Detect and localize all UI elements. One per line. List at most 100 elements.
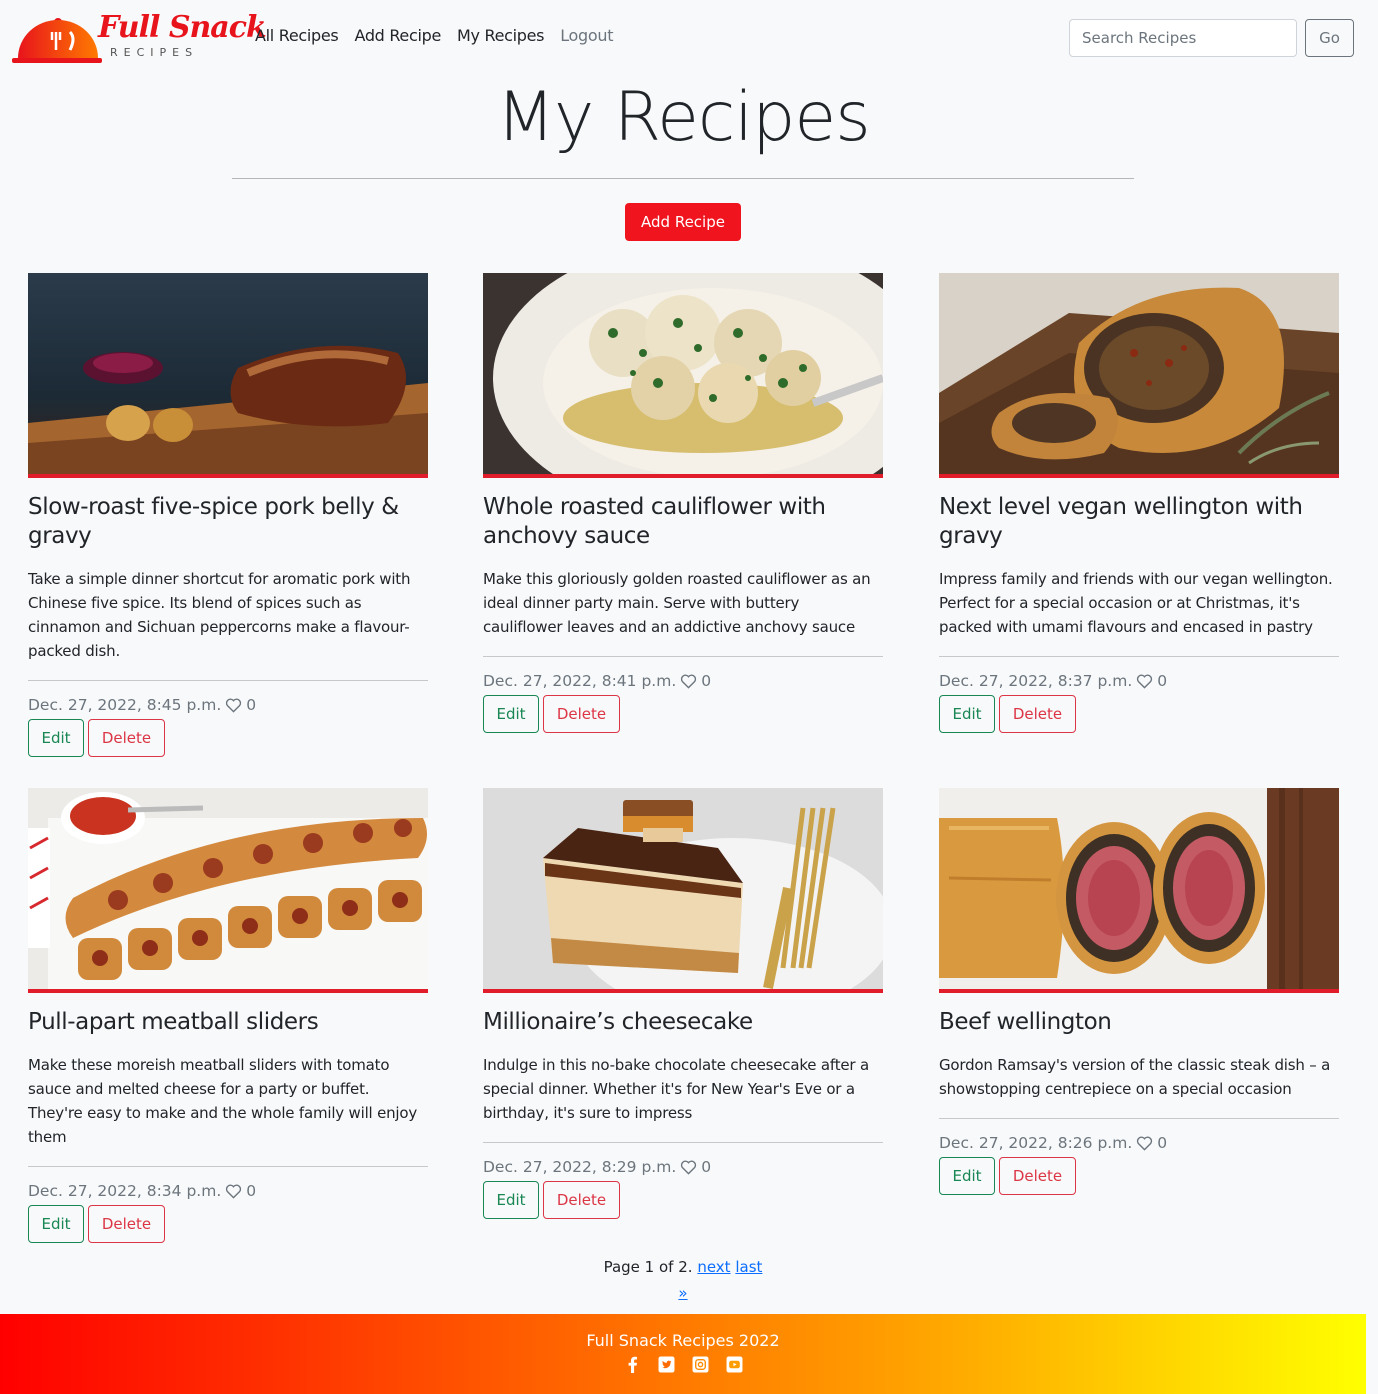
recipe-card: Millionaire’s cheesecake Indulge in this… bbox=[483, 788, 883, 1219]
recipe-title[interactable]: Whole roasted cauliflower with anchovy s… bbox=[483, 493, 883, 551]
like-count: 0 bbox=[246, 696, 257, 714]
recipe-title[interactable]: Beef wellington bbox=[939, 1008, 1339, 1037]
recipe-title[interactable]: Millionaire’s cheesecake bbox=[483, 1008, 883, 1037]
like-count: 0 bbox=[1157, 672, 1168, 690]
last-page-raquo-link[interactable]: » bbox=[678, 1284, 687, 1302]
heart-icon[interactable] bbox=[680, 1160, 697, 1175]
recipe-title[interactable]: Slow-roast five-spice pork belly & gravy bbox=[28, 493, 428, 551]
delete-button[interactable]: Delete bbox=[88, 1205, 165, 1243]
recipe-date: Dec. 27, 2022, 8:41 p.m. bbox=[483, 672, 677, 690]
card-divider bbox=[939, 1118, 1339, 1119]
recipe-date: Dec. 27, 2022, 8:45 p.m. bbox=[28, 696, 222, 714]
card-divider bbox=[483, 1142, 883, 1143]
heart-icon[interactable] bbox=[225, 698, 242, 713]
card-divider bbox=[28, 1166, 428, 1167]
recipe-description: Gordon Ramsay's version of the classic s… bbox=[939, 1056, 1331, 1098]
edit-button[interactable]: Edit bbox=[939, 1157, 995, 1195]
like-count: 0 bbox=[246, 1182, 257, 1200]
add-recipe-button[interactable]: Add Recipe bbox=[625, 203, 741, 241]
recipe-meta: Dec. 27, 2022, 8:45 p.m. 0 bbox=[28, 696, 428, 714]
recipe-title[interactable]: Next level vegan wellington with gravy bbox=[939, 493, 1339, 551]
heart-icon[interactable] bbox=[225, 1184, 242, 1199]
search-input[interactable] bbox=[1069, 19, 1297, 57]
card-actions: Edit Delete bbox=[939, 1157, 1339, 1195]
recipe-description: Make this gloriously golden roasted caul… bbox=[483, 570, 871, 636]
edit-button[interactable]: Edit bbox=[28, 1205, 84, 1243]
delete-button[interactable]: Delete bbox=[543, 695, 620, 733]
edit-button[interactable]: Edit bbox=[483, 1181, 539, 1219]
card-actions: Edit Delete bbox=[483, 1181, 883, 1219]
delete-button[interactable]: Delete bbox=[999, 695, 1076, 733]
delete-button[interactable]: Delete bbox=[543, 1181, 620, 1219]
footer-copyright: Full Snack Recipes 2022 bbox=[586, 1331, 780, 1350]
card-divider bbox=[28, 680, 428, 681]
recipe-image[interactable] bbox=[939, 788, 1339, 993]
recipe-image[interactable] bbox=[28, 273, 428, 478]
like-count: 0 bbox=[701, 1158, 712, 1176]
instagram-icon[interactable] bbox=[692, 1356, 709, 1373]
card-divider bbox=[483, 656, 883, 657]
recipe-description: Indulge in this no-bake chocolate cheese… bbox=[483, 1056, 869, 1122]
page-indicator: Page 1 of 2. bbox=[603, 1258, 693, 1276]
nav-logout[interactable]: Logout bbox=[560, 26, 613, 45]
recipe-description: Make these moreish meatball sliders with… bbox=[28, 1056, 418, 1146]
recipe-title[interactable]: Pull-apart meatball sliders bbox=[28, 1008, 428, 1037]
facebook-icon[interactable] bbox=[624, 1356, 641, 1373]
delete-button[interactable]: Delete bbox=[88, 719, 165, 757]
last-page-link[interactable]: last bbox=[735, 1258, 762, 1276]
recipe-date: Dec. 27, 2022, 8:37 p.m. bbox=[939, 672, 1133, 690]
recipe-image[interactable] bbox=[483, 788, 883, 993]
brand-logo[interactable]: Full Snack RECIPES bbox=[12, 10, 267, 66]
twitter-icon[interactable] bbox=[658, 1356, 675, 1373]
heart-icon[interactable] bbox=[1136, 674, 1153, 689]
recipe-card: Pull-apart meatball sliders Make these m… bbox=[28, 788, 428, 1243]
navbar: Full Snack RECIPES All Recipes Add Recip… bbox=[0, 0, 1378, 76]
next-page-link[interactable]: next bbox=[697, 1258, 730, 1276]
brand-name: Full Snack bbox=[98, 10, 267, 45]
recipe-image[interactable] bbox=[939, 273, 1339, 478]
recipe-meta: Dec. 27, 2022, 8:34 p.m. 0 bbox=[28, 1182, 428, 1200]
search-go-button[interactable]: Go bbox=[1305, 19, 1354, 57]
recipe-date: Dec. 27, 2022, 8:26 p.m. bbox=[939, 1134, 1133, 1152]
card-actions: Edit Delete bbox=[939, 695, 1339, 733]
recipe-description: Impress family and friends with our vega… bbox=[939, 570, 1333, 636]
edit-button[interactable]: Edit bbox=[939, 695, 995, 733]
footer: Full Snack Recipes 2022 bbox=[0, 1314, 1366, 1394]
edit-button[interactable]: Edit bbox=[28, 719, 84, 757]
recipe-card: Beef wellington Gordon Ramsay's version … bbox=[939, 788, 1339, 1195]
recipe-date: Dec. 27, 2022, 8:34 p.m. bbox=[28, 1182, 222, 1200]
card-actions: Edit Delete bbox=[28, 719, 428, 757]
recipe-meta: Dec. 27, 2022, 8:41 p.m. 0 bbox=[483, 672, 883, 690]
like-count: 0 bbox=[1157, 1134, 1168, 1152]
recipe-card: Whole roasted cauliflower with anchovy s… bbox=[483, 273, 883, 733]
heart-icon[interactable] bbox=[1136, 1136, 1153, 1151]
card-actions: Edit Delete bbox=[28, 1205, 428, 1243]
recipe-card: Next level vegan wellington with gravy I… bbox=[939, 273, 1339, 733]
nav-all-recipes[interactable]: All Recipes bbox=[255, 26, 339, 45]
recipe-meta: Dec. 27, 2022, 8:37 p.m. 0 bbox=[939, 672, 1339, 690]
page-title: My Recipes bbox=[496, 78, 870, 157]
recipe-image[interactable] bbox=[28, 788, 428, 993]
youtube-icon[interactable] bbox=[726, 1356, 743, 1373]
recipe-meta: Dec. 27, 2022, 8:29 p.m. 0 bbox=[483, 1158, 883, 1176]
like-count: 0 bbox=[701, 672, 712, 690]
social-icons bbox=[0, 1356, 1366, 1373]
nav-links: All Recipes Add Recipe My Recipes Logout bbox=[255, 26, 613, 45]
edit-button[interactable]: Edit bbox=[483, 695, 539, 733]
recipe-card: Slow-roast five-spice pork belly & gravy… bbox=[28, 273, 428, 757]
nav-add-recipe[interactable]: Add Recipe bbox=[354, 26, 441, 45]
recipe-description: Take a simple dinner shortcut for aromat… bbox=[28, 570, 411, 660]
recipe-meta: Dec. 27, 2022, 8:26 p.m. 0 bbox=[939, 1134, 1339, 1152]
recipe-date: Dec. 27, 2022, 8:29 p.m. bbox=[483, 1158, 677, 1176]
pagination-raquo: » bbox=[0, 1284, 1366, 1302]
recipe-image[interactable] bbox=[483, 273, 883, 478]
cloche-icon bbox=[12, 18, 102, 63]
title-divider bbox=[232, 178, 1134, 179]
heart-icon[interactable] bbox=[680, 674, 697, 689]
brand-tagline: RECIPES bbox=[110, 46, 199, 59]
delete-button[interactable]: Delete bbox=[999, 1157, 1076, 1195]
card-actions: Edit Delete bbox=[483, 695, 883, 733]
pagination: Page 1 of 2. next last bbox=[0, 1258, 1366, 1276]
nav-my-recipes[interactable]: My Recipes bbox=[457, 26, 544, 45]
card-divider bbox=[939, 656, 1339, 657]
